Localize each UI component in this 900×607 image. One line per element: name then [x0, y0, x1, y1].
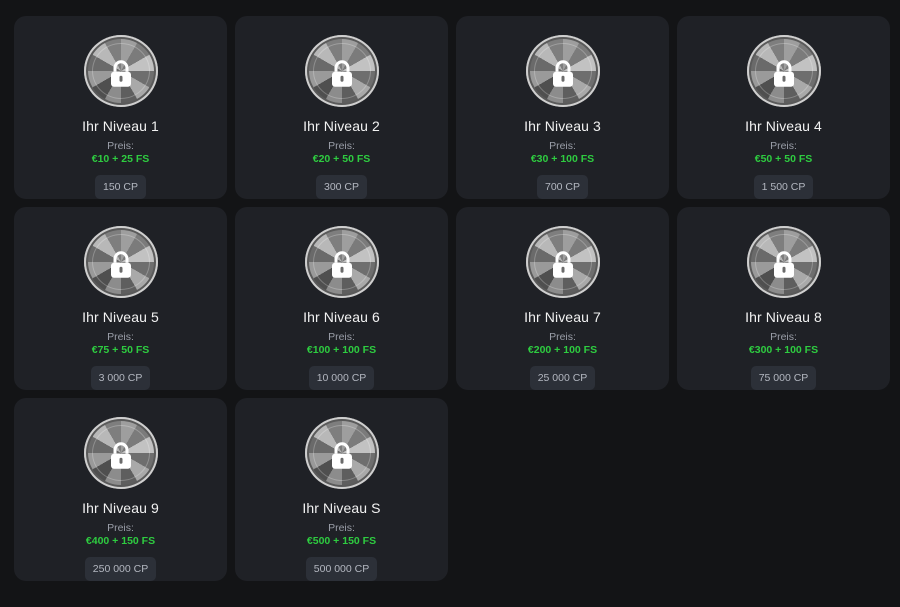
price-label: Preis: [770, 140, 797, 152]
cp-badge: 500 000 CP [305, 557, 378, 581]
cp-badge: 250 000 CP [84, 557, 157, 581]
level-card-2[interactable]: Ihr Niveau 2 Preis: €20 + 50 FS 300 CP [235, 16, 448, 199]
price-value: €20 + 50 FS [312, 153, 371, 165]
price-label: Preis: [107, 331, 134, 343]
level-card-4[interactable]: Ihr Niveau 4 Preis: €50 + 50 FS 1 500 CP [677, 16, 890, 199]
level-card-6[interactable]: Ihr Niveau 6 Preis: €100 + 100 FS 10 000… [235, 207, 448, 390]
price-value: €400 + 150 FS [85, 535, 156, 547]
locked-medal-icon [304, 417, 379, 489]
level-card-5[interactable]: Ihr Niveau 5 Preis: €75 + 50 FS 3 000 CP [14, 207, 227, 390]
price-label: Preis: [328, 331, 355, 343]
price-value: €10 + 25 FS [91, 153, 150, 165]
locked-medal-icon [83, 226, 158, 298]
level-title: Ihr Niveau 9 [82, 500, 159, 516]
level-grid: Ihr Niveau 1 Preis: €10 + 25 FS 150 CP I… [14, 16, 890, 581]
cp-badge: 700 CP [536, 175, 589, 199]
padlock-icon [331, 60, 352, 87]
cp-badge: 10 000 CP [308, 366, 375, 390]
price-value: €100 + 100 FS [306, 344, 377, 356]
padlock-icon [773, 60, 794, 87]
padlock-icon [552, 251, 573, 278]
price-label: Preis: [107, 140, 134, 152]
level-title: Ihr Niveau 4 [745, 118, 822, 134]
price-value: €300 + 100 FS [748, 344, 819, 356]
cp-badge: 300 CP [315, 175, 368, 199]
price-label: Preis: [328, 140, 355, 152]
level-title: Ihr Niveau 2 [303, 118, 380, 134]
level-title: Ihr Niveau 8 [745, 309, 822, 325]
level-title: Ihr Niveau 3 [524, 118, 601, 134]
level-card-1[interactable]: Ihr Niveau 1 Preis: €10 + 25 FS 150 CP [14, 16, 227, 199]
locked-medal-icon [304, 35, 379, 107]
padlock-icon [110, 60, 131, 87]
padlock-icon [331, 442, 352, 469]
level-card-s[interactable]: Ihr Niveau S Preis: €500 + 150 FS 500 00… [235, 398, 448, 581]
price-value: €75 + 50 FS [91, 344, 150, 356]
price-label: Preis: [549, 331, 576, 343]
level-title: Ihr Niveau 1 [82, 118, 159, 134]
cp-badge: 75 000 CP [750, 366, 817, 390]
padlock-icon [110, 442, 131, 469]
cp-badge: 150 CP [94, 175, 147, 199]
level-title: Ihr Niveau S [302, 500, 381, 516]
locked-medal-icon [746, 35, 821, 107]
cp-badge: 25 000 CP [529, 366, 596, 390]
cp-badge: 1 500 CP [753, 175, 814, 199]
level-title: Ihr Niveau 5 [82, 309, 159, 325]
locked-medal-icon [525, 226, 600, 298]
padlock-icon [110, 251, 131, 278]
price-value: €50 + 50 FS [754, 153, 813, 165]
level-card-7[interactable]: Ihr Niveau 7 Preis: €200 + 100 FS 25 000… [456, 207, 669, 390]
price-label: Preis: [770, 331, 797, 343]
price-label: Preis: [549, 140, 576, 152]
locked-medal-icon [525, 35, 600, 107]
locked-medal-icon [83, 35, 158, 107]
price-value: €500 + 150 FS [306, 535, 377, 547]
price-label: Preis: [107, 522, 134, 534]
padlock-icon [331, 251, 352, 278]
locked-medal-icon [746, 226, 821, 298]
price-label: Preis: [328, 522, 355, 534]
level-title: Ihr Niveau 6 [303, 309, 380, 325]
locked-medal-icon [83, 417, 158, 489]
locked-medal-icon [304, 226, 379, 298]
cp-badge: 3 000 CP [90, 366, 151, 390]
level-title: Ihr Niveau 7 [524, 309, 601, 325]
price-value: €200 + 100 FS [527, 344, 598, 356]
level-card-8[interactable]: Ihr Niveau 8 Preis: €300 + 100 FS 75 000… [677, 207, 890, 390]
price-value: €30 + 100 FS [530, 153, 595, 165]
level-card-3[interactable]: Ihr Niveau 3 Preis: €30 + 100 FS 700 CP [456, 16, 669, 199]
level-card-9[interactable]: Ihr Niveau 9 Preis: €400 + 150 FS 250 00… [14, 398, 227, 581]
padlock-icon [552, 60, 573, 87]
padlock-icon [773, 251, 794, 278]
